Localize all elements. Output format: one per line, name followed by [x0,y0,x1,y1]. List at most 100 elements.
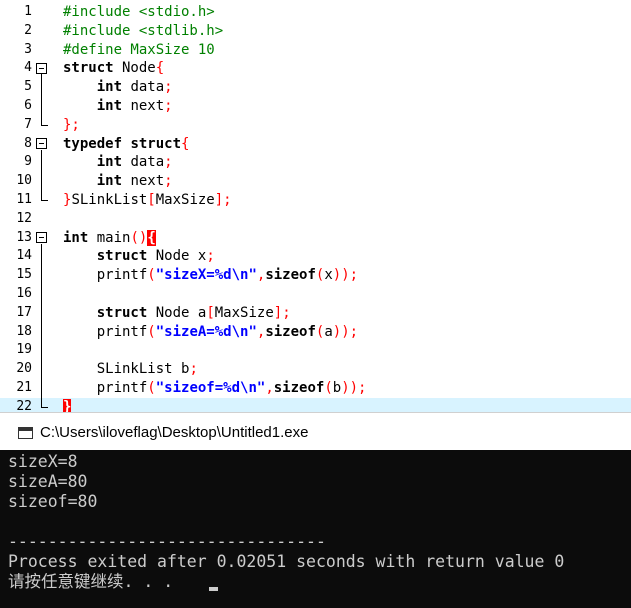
code-text: SLinkList b; [63,360,198,379]
code-line[interactable]: 9 int data; [0,153,631,172]
line-number: 16 [16,286,32,301]
code-line[interactable]: 5 int data; [0,78,631,97]
code-token: ]; [214,192,232,208]
fold-collapse-icon[interactable] [36,138,47,150]
console-line: sizeof=80 [8,492,98,511]
code-token: printf [63,267,148,284]
console-output[interactable]: sizeX=8 sizeA=80 sizeof=80 ----------------… [0,450,631,608]
code-text: printf("sizeof=%d\n",sizeof(b)); [63,379,367,398]
code-text: int data; [63,153,173,172]
code-token: printf [63,380,148,396]
code-text: printf("sizeX=%d\n",sizeof(x)); [63,266,358,285]
code-text: struct Node{ [63,59,164,78]
line-number: 15 [16,267,32,283]
code-text: }; [63,116,80,135]
fold-end-marker [41,124,48,126]
line-number: 21 [16,380,32,395]
line-number: 3 [24,41,32,57]
code-token: SLinkList [71,192,148,208]
code-token: data [122,79,165,96]
code-line[interactable]: 14 struct Node x; [0,247,631,266]
code-text: int data; [63,78,173,97]
code-line[interactable]: 4 struct Node{ [0,59,631,78]
code-token: "sizeX=%d\n" [155,267,257,284]
line-number: 6 [24,98,32,113]
code-token: ( [147,323,156,340]
line-number: 4 [24,60,32,76]
code-token: int [63,229,89,246]
line-number: 17 [16,304,32,320]
code-line[interactable]: 1 #include <stdio.h> [0,3,631,22]
console-line: 请按任意键继续. . . [8,572,184,591]
code-token: "sizeof=%d\n" [155,380,266,396]
code-token: int [96,173,123,190]
line-number: 9 [24,154,32,170]
code-token: )); [341,380,367,396]
code-token: Node a [147,304,207,321]
line-number: 10 [16,173,32,189]
code-token: printf [63,323,148,340]
code-line[interactable]: 18 printf("sizeA=%d\n",sizeof(a)); [0,323,631,342]
console-title: C:\Users\iloveflag\Desktop\Untitled1.exe [40,424,309,441]
code-token: MaxSize [155,192,215,208]
code-token: ; [164,79,173,96]
code-line[interactable]: 8 typedef struct{ [0,135,631,154]
code-text: #include <stdlib.h> [63,22,223,41]
code-line[interactable]: 19 [0,341,631,360]
code-line[interactable]: 21 printf("sizeof=%d\n",sizeof(b)); [0,379,631,398]
code-line[interactable]: 20 SLinkList b; [0,360,631,379]
code-line[interactable]: 7}; [0,116,631,135]
code-token: int [96,154,123,171]
code-line[interactable]: 17 struct Node a[MaxSize]; [0,304,631,323]
line-number: 19 [16,342,32,358]
code-line[interactable]: 15 printf("sizeX=%d\n",sizeof(x)); [0,266,631,285]
code-token: struct [63,60,114,77]
code-token: ; [164,154,173,171]
code-token: sizeof [273,380,325,396]
code-line[interactable]: 12 [0,210,631,229]
code-token: { [147,229,156,246]
code-line[interactable]: 11}SLinkList[MaxSize]; [0,191,631,210]
code-line[interactable]: 3 #define MaxSize 10 [0,41,631,60]
code-token: sizeof [265,323,316,340]
code-token: MaxSize [214,304,274,321]
code-token: b [332,380,342,396]
fold-collapse-icon[interactable] [36,62,47,74]
line-number: 7 [24,116,32,132]
code-token: [ [206,304,215,321]
code-text: }SLinkList[MaxSize]; [63,191,232,210]
code-token: typedef [63,135,123,152]
code-token: , [265,380,274,396]
code-token: main [88,229,131,246]
code-text: typedef struct{ [63,135,189,154]
console-line: -------------------------------- [8,532,326,551]
code-token: )); [332,323,359,340]
line-number: 1 [24,4,32,19]
code-token: [ [147,192,156,208]
code-token: ; [164,98,173,114]
code-line[interactable]: 22} [0,397,631,412]
code-line[interactable]: 10 int next; [0,172,631,191]
code-token: #define MaxSize 10 [63,41,215,58]
fold-collapse-icon[interactable] [36,232,47,244]
code-line[interactable]: 16 [0,285,631,304]
code-text: } [63,398,72,412]
console-window-icon [18,427,33,439]
code-text: int next; [63,97,173,116]
code-editor[interactable]: 1 #include <stdio.h> 2 #include <stdlib.h> 3… [0,0,631,412]
code-token: int [96,98,123,114]
line-number: 14 [16,248,32,264]
code-token: next [122,173,165,190]
code-line[interactable]: 2 #include <stdlib.h> [0,22,631,41]
line-number: 8 [24,135,32,151]
code-token: #include <stdio.h> [63,4,215,20]
code-token: struct [130,135,182,152]
code-token: ( [324,380,333,396]
code-line[interactable]: 6 int next; [0,97,631,116]
code-line[interactable]: 13 int main(){ [0,229,631,248]
code-text: struct Node x; [63,247,215,266]
line-number: 5 [24,79,32,95]
code-token: x [324,267,333,284]
